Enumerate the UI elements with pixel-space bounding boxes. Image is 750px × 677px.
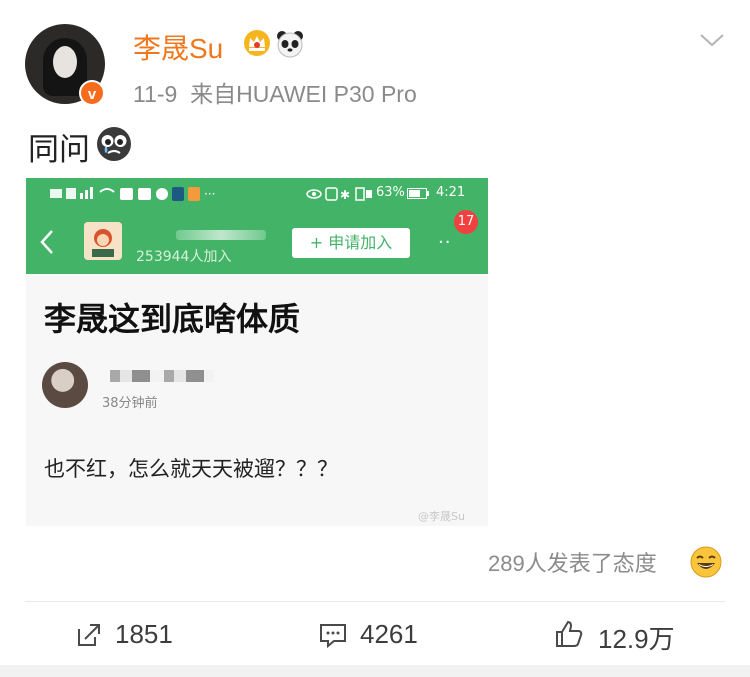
chevron-down-icon[interactable] [698,30,726,50]
status-time: 4:21 [436,185,466,200]
laugh-emoji-icon[interactable] [690,546,722,578]
post-meta: 11-9 来自HUAWEI P30 Pro [133,75,417,109]
verified-badge: v [79,80,105,106]
status-icons-left: ··· [50,187,215,201]
embedded-post-time: 38分钟前 [102,396,158,411]
watermark: @李晟Su [418,510,465,523]
battery-icon [407,188,429,199]
battery-percent: 63% [376,185,405,200]
member-count: 253944人加入 [136,249,232,265]
more-menu[interactable]: ·· [438,232,451,253]
group-avatar-art [84,222,122,260]
divider [25,601,725,602]
source-prefix: 来自 [190,81,237,107]
post-date: 11-9 [133,81,178,107]
svg-text:✱: ✱ [340,188,350,202]
sad-emoji-icon [97,127,131,161]
reactions-summary[interactable]: 289人发表了态度 [488,546,657,578]
embedded-image[interactable]: ··· ✱ 63% 4:21 253944人加入 + 申请加入 ·· 17 李晟… [26,178,488,526]
bottom-band [0,665,750,677]
join-group-button[interactable]: + 申请加入 [292,228,410,258]
like-count: 12.9万 [598,624,675,654]
status-icons-right: ✱ [306,187,372,202]
repost-button[interactable]: 1851 [75,615,195,655]
like-button[interactable]: 12.9万 [554,615,694,655]
repost-icon [78,624,100,646]
like-icon [556,620,583,647]
embedded-post-title: 李晟这到底啥体质 [44,300,301,338]
post-text: 同问 [28,132,90,168]
notification-badge: 17 [454,210,478,234]
group-avatar[interactable] [84,222,122,260]
panda-icon [277,31,303,58]
comment-button[interactable]: 4261 [318,615,438,655]
svg-text:···: ··· [204,187,215,201]
repost-count: 1851 [115,619,173,649]
status-bar: ··· ✱ 63% 4:21 [26,178,488,210]
comment-icon [320,624,346,649]
author-avatar[interactable] [42,362,88,408]
username[interactable]: 李晟Su [133,27,223,67]
back-icon[interactable] [38,228,56,256]
author-name-blurred [110,370,214,382]
embedded-post-body: 也不红，怎么就天天被遛？？？ [44,457,338,481]
group-name-blurred [176,230,266,240]
source-device[interactable]: HUAWEI P30 Pro [236,81,417,107]
crown-icon [244,30,270,56]
avatar-face [53,46,77,78]
group-nav-bar: 253944人加入 + 申请加入 ·· 17 [26,210,488,274]
comment-count: 4261 [360,619,418,649]
